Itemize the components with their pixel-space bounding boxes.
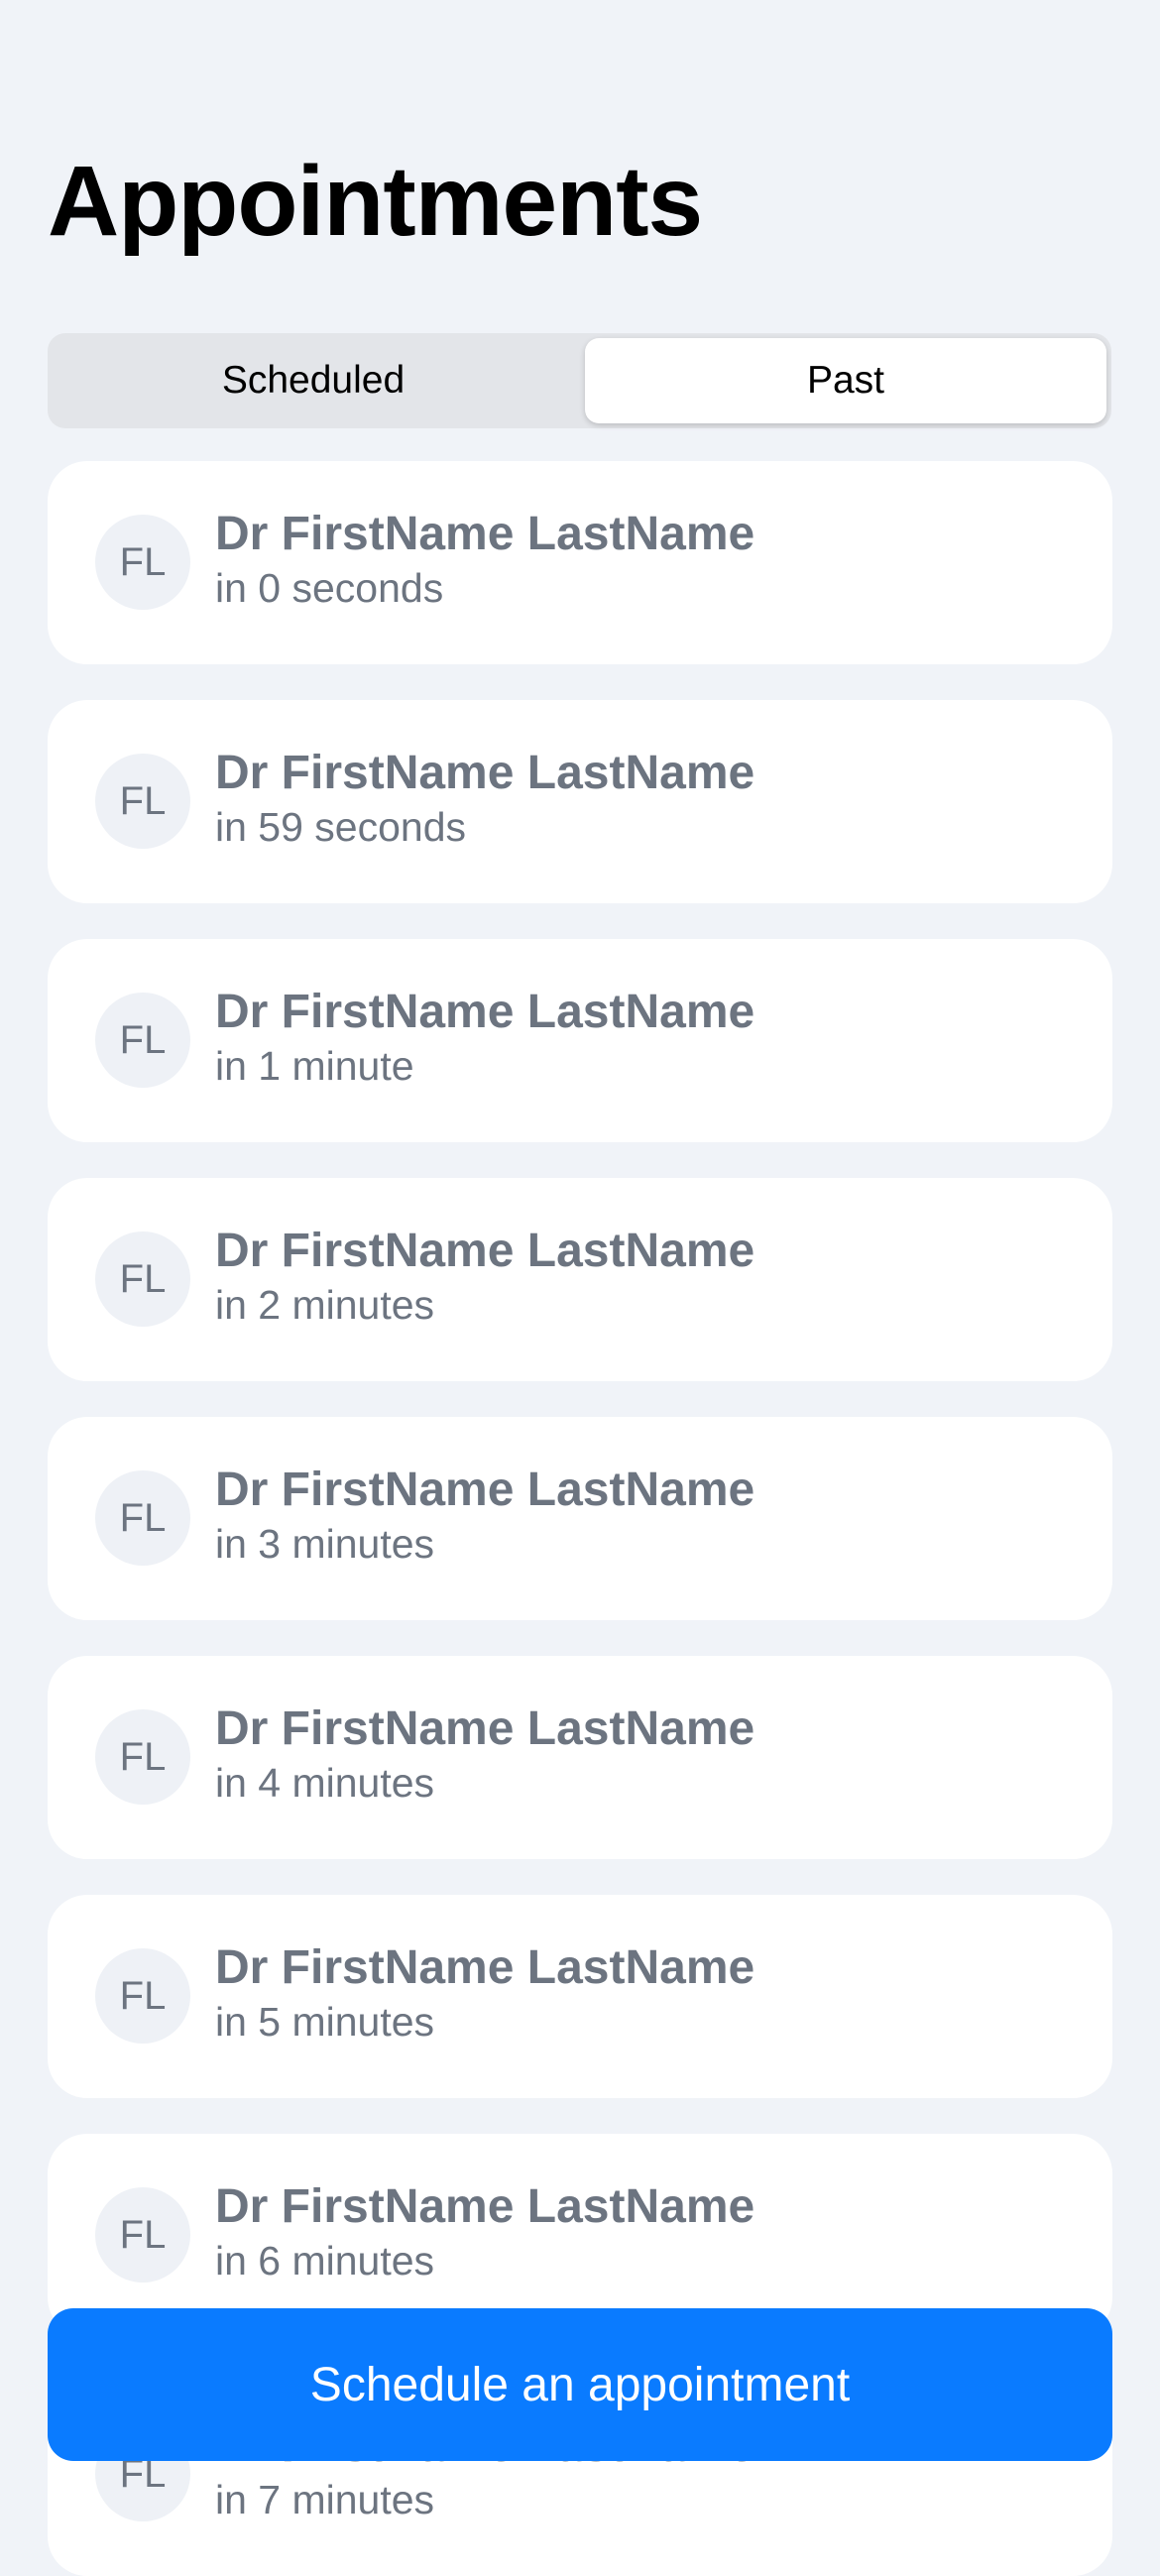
doctor-name: Dr FirstName LastName bbox=[215, 986, 755, 1038]
avatar: FL bbox=[95, 515, 190, 610]
appointment-time: in 7 minutes bbox=[215, 2477, 435, 2522]
avatar: FL bbox=[95, 1470, 190, 1566]
avatar: FL bbox=[95, 993, 190, 1088]
appointment-card[interactable]: FL Dr FirstName LastName in 3 minutes bbox=[48, 1417, 1112, 1620]
appointment-card[interactable]: FL Dr FirstName LastName in 5 minutes bbox=[48, 1895, 1112, 2098]
appointment-time: in 3 minutes bbox=[215, 1521, 435, 1567]
appointment-time: in 1 minute bbox=[215, 1043, 414, 1089]
tab-scheduled[interactable]: Scheduled bbox=[53, 338, 574, 423]
doctor-name: Dr FirstName LastName bbox=[215, 1702, 755, 1755]
appointment-time: in 59 seconds bbox=[215, 804, 467, 850]
doctor-name: Dr FirstName LastName bbox=[215, 1225, 755, 1277]
appointment-card[interactable]: FL Dr FirstName LastName in 0 seconds bbox=[48, 461, 1112, 664]
doctor-name: Dr FirstName LastName bbox=[215, 508, 755, 560]
avatar: FL bbox=[95, 2187, 190, 2283]
segmented-control: Scheduled Past bbox=[48, 333, 1111, 428]
avatar: FL bbox=[95, 1948, 190, 2044]
avatar: FL bbox=[95, 754, 190, 849]
doctor-name: Dr FirstName LastName bbox=[215, 747, 755, 799]
avatar: FL bbox=[95, 1231, 190, 1327]
appointment-card[interactable]: FL Dr FirstName LastName in 6 minutes bbox=[48, 2134, 1112, 2337]
appointment-card[interactable]: FL Dr FirstName LastName in 59 seconds bbox=[48, 700, 1112, 903]
appointment-time: in 0 seconds bbox=[215, 565, 444, 611]
appointment-time: in 4 minutes bbox=[215, 1760, 435, 1806]
doctor-name: Dr FirstName LastName bbox=[215, 1464, 755, 1516]
appointment-time: in 2 minutes bbox=[215, 1282, 435, 1328]
appointment-card[interactable]: FL Dr FirstName LastName in 2 minutes bbox=[48, 1178, 1112, 1381]
appointment-time: in 6 minutes bbox=[215, 2238, 435, 2283]
appointment-time: in 5 minutes bbox=[215, 1999, 435, 2045]
avatar: FL bbox=[95, 1709, 190, 1805]
page-title: Appointments bbox=[48, 146, 703, 257]
schedule-appointment-button[interactable]: Schedule an appointment bbox=[48, 2308, 1112, 2461]
doctor-name: Dr FirstName LastName bbox=[215, 1941, 755, 1994]
doctor-name: Dr FirstName LastName bbox=[215, 2180, 755, 2233]
appointment-card[interactable]: FL Dr FirstName LastName in 4 minutes bbox=[48, 1656, 1112, 1859]
appointment-card[interactable]: FL Dr FirstName LastName in 1 minute bbox=[48, 939, 1112, 1142]
tab-past[interactable]: Past bbox=[585, 338, 1106, 423]
